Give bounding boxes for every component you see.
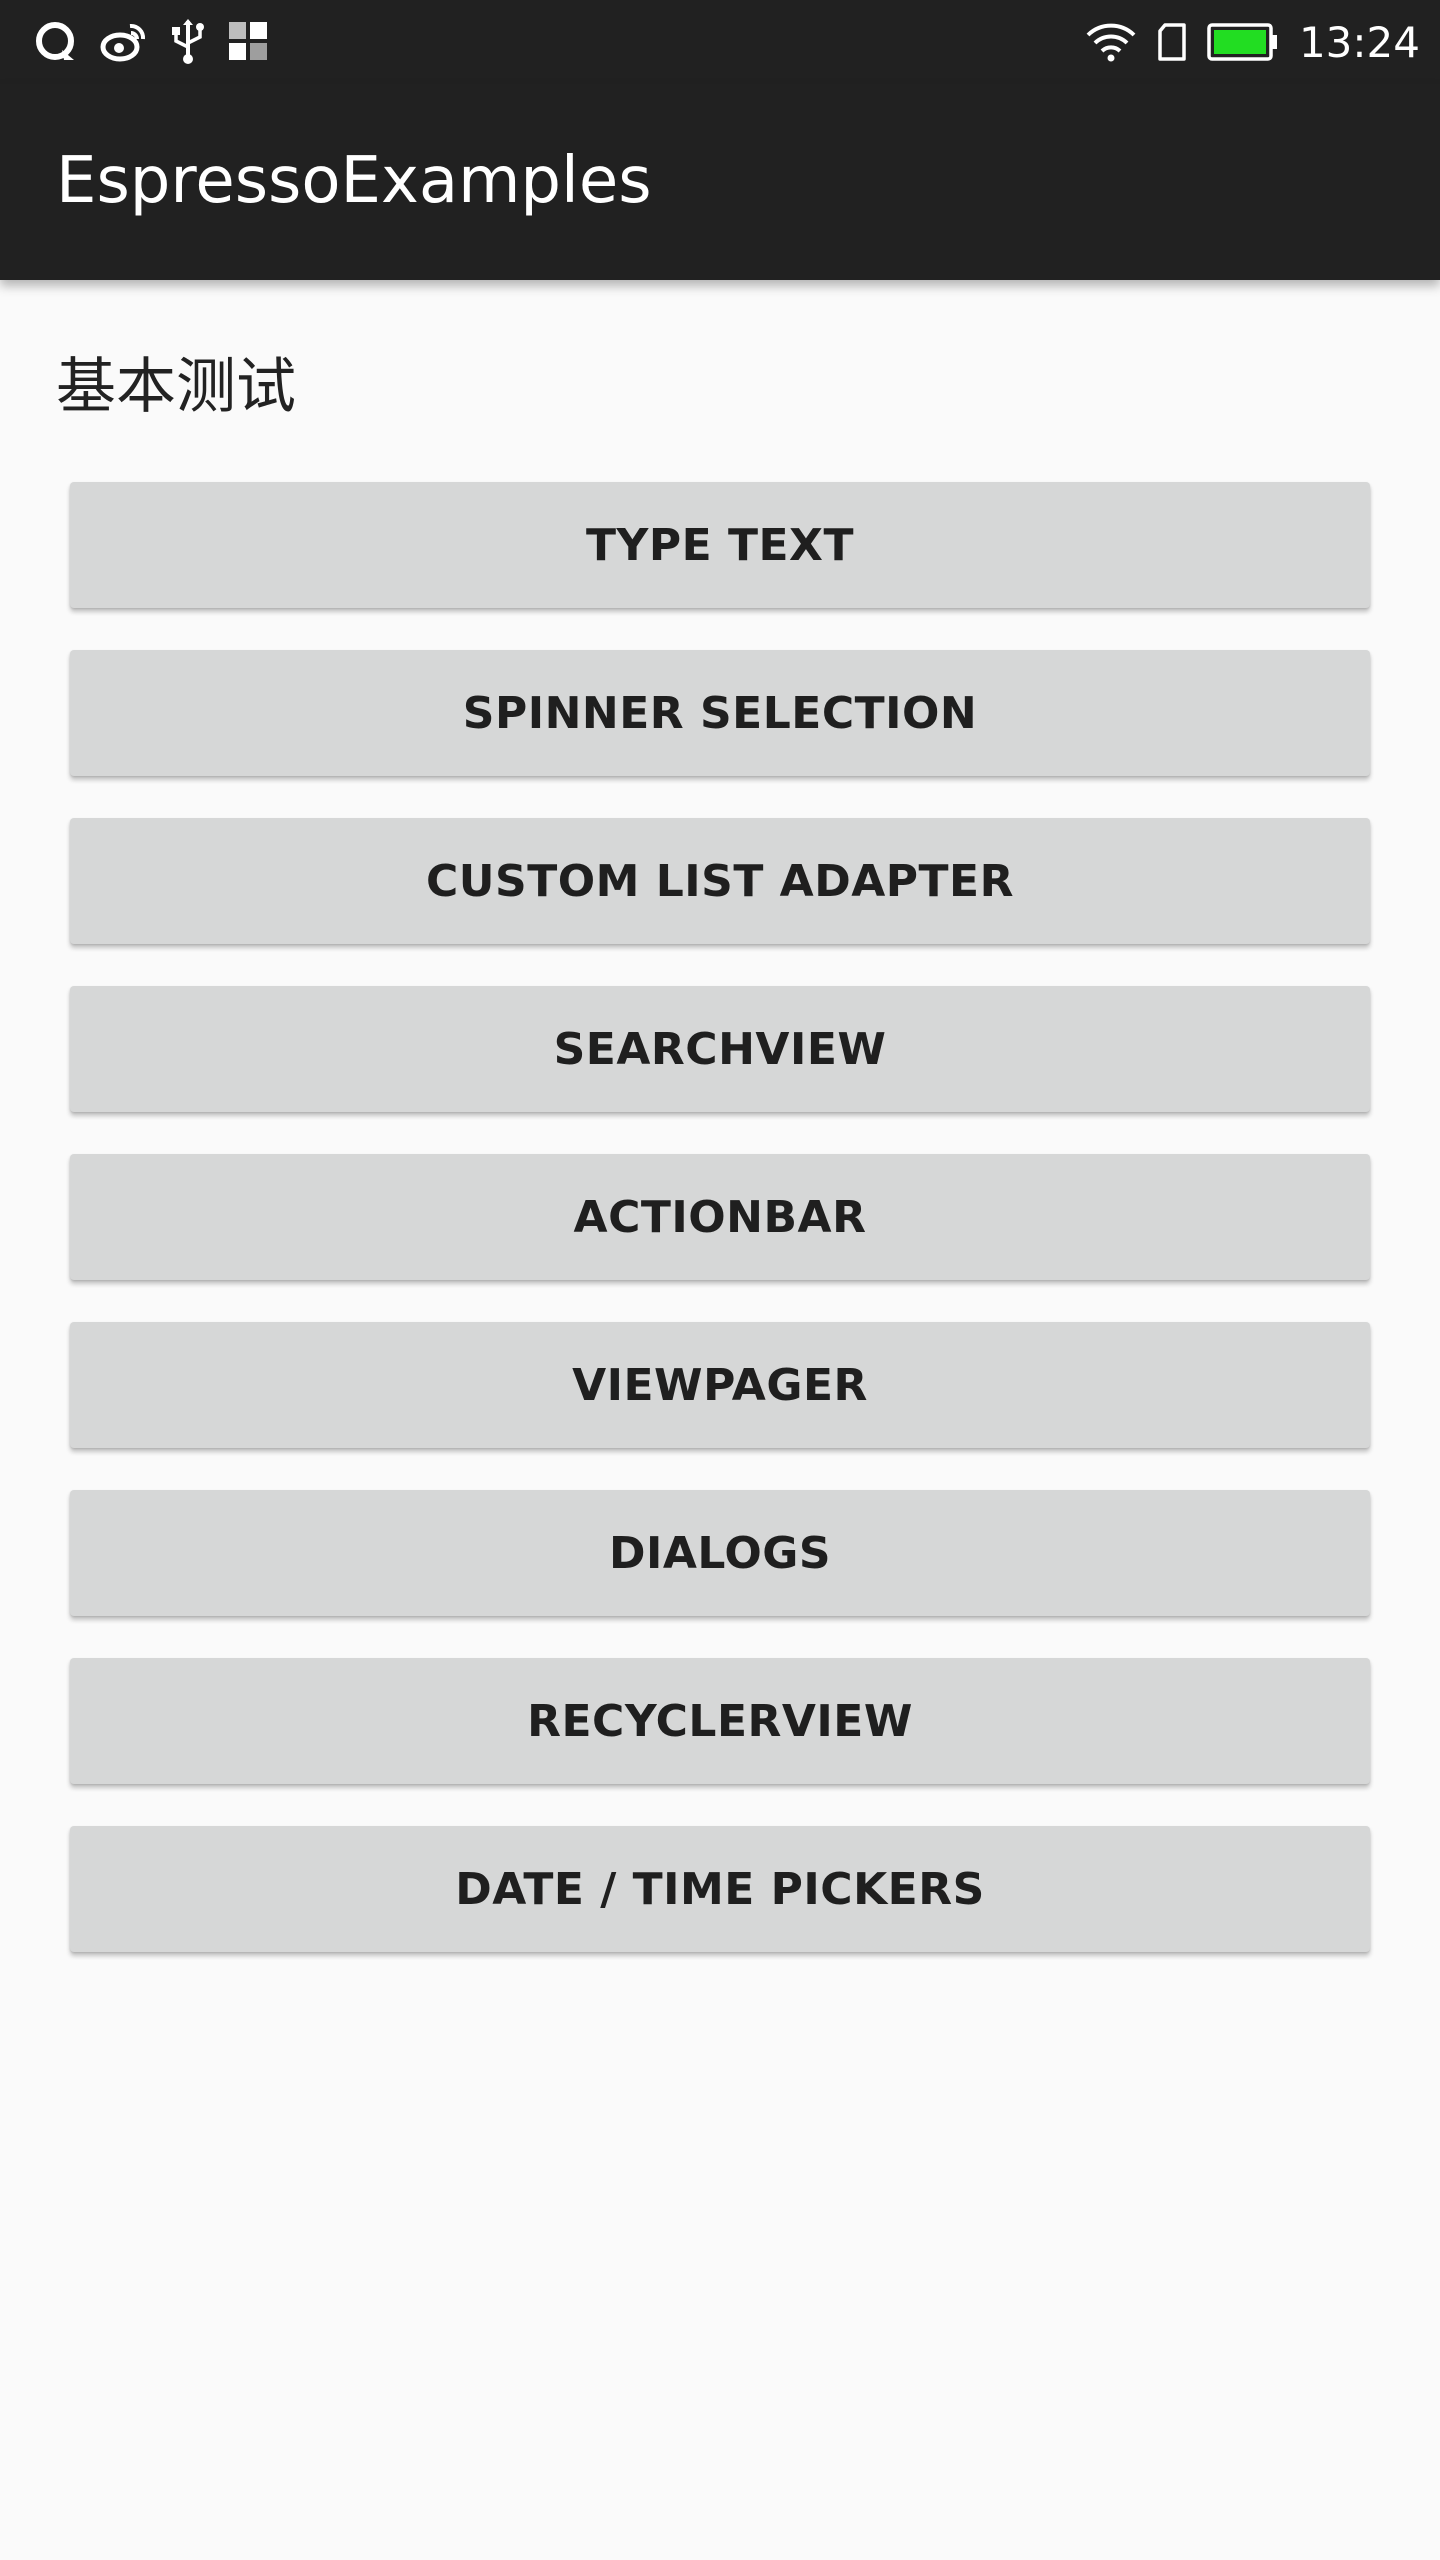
qq-icon [34, 20, 78, 64]
section-title: 基本测试 [56, 352, 296, 422]
actionbar-button[interactable]: ACTIONBAR [70, 1154, 1370, 1280]
date-time-pickers-button[interactable]: DATE / TIME PICKERS [70, 1826, 1370, 1952]
dialogs-button[interactable]: DIALOGS [70, 1490, 1370, 1616]
searchview-button[interactable]: SEARCHVIEW [70, 986, 1370, 1112]
notification-icons [34, 18, 270, 66]
wifi-icon [1085, 22, 1137, 62]
recyclerview-button[interactable]: RECYCLERVIEW [70, 1658, 1370, 1784]
viewpager-button[interactable]: VIEWPAGER [70, 1322, 1370, 1448]
button-list: TYPE TEXT SPINNER SELECTION CUSTOM LIST … [70, 482, 1370, 1994]
spinner-selection-button[interactable]: SPINNER SELECTION [70, 650, 1370, 776]
status-bar: 13:24 [0, 0, 1440, 84]
usb-icon [170, 19, 206, 65]
app-bar: EspressoExamples [0, 84, 1440, 280]
status-time: 13:24 [1298, 17, 1420, 67]
custom-list-adapter-button[interactable]: CUSTOM LIST ADAPTER [70, 818, 1370, 944]
app-grid-icon [228, 21, 270, 63]
weibo-icon [100, 20, 148, 64]
system-icons: 13:24 [1085, 14, 1420, 70]
battery-icon [1207, 22, 1279, 62]
app-title: EspressoExamples [56, 144, 652, 218]
sim-card-icon [1157, 23, 1187, 61]
type-text-button[interactable]: TYPE TEXT [70, 482, 1370, 608]
